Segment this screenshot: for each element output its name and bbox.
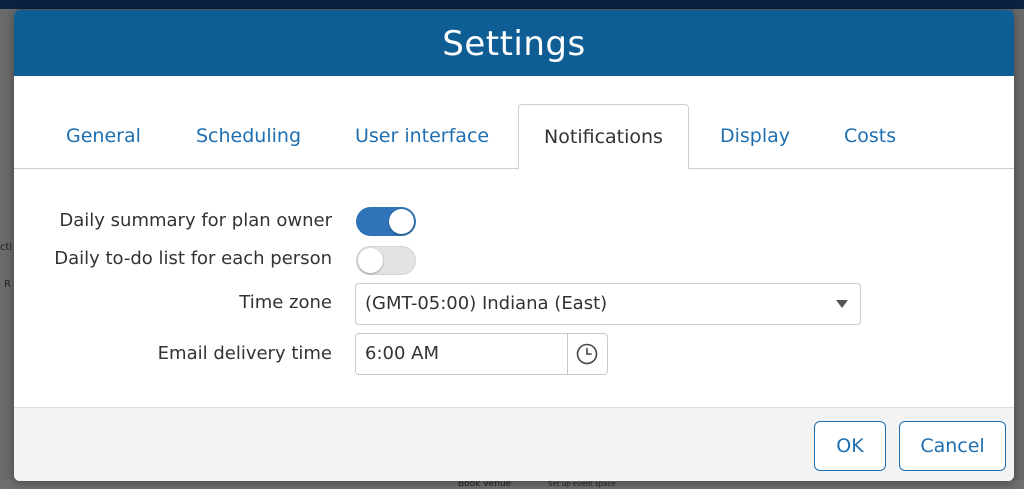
tab-display[interactable]: Display: [720, 104, 790, 169]
email-time-value: 6:00 AM: [365, 343, 439, 364]
background-fragment: Set up event space: [548, 480, 616, 488]
tab-user-interface[interactable]: User interface: [355, 104, 489, 169]
daily-summary-toggle[interactable]: [356, 207, 416, 236]
app-background-bottom: [0, 480, 1024, 489]
daily-todo-label: Daily to-do list for each person: [54, 248, 332, 269]
tab-notifications[interactable]: Notifications: [518, 104, 689, 170]
clock-icon: [576, 343, 598, 365]
toggle-knob: [389, 209, 414, 234]
tab-scheduling[interactable]: Scheduling: [196, 104, 301, 169]
email-time-field[interactable]: 6:00 AM: [355, 333, 608, 375]
time-zone-value: (GMT-05:00) Indiana (East): [365, 293, 608, 314]
dialog-title: Settings: [442, 24, 586, 64]
app-top-bar: [0, 0, 1024, 9]
chevron-down-icon: [836, 300, 848, 308]
dialog-header: Settings: [14, 10, 1014, 76]
time-zone-select[interactable]: (GMT-05:00) Indiana (East): [355, 283, 861, 325]
settings-tabs: General Scheduling User interface Notifi…: [14, 104, 1014, 170]
tab-general[interactable]: General: [66, 104, 141, 169]
background-fragment: R: [4, 279, 11, 290]
app-background-right: [1014, 9, 1024, 489]
daily-summary-label: Daily summary for plan owner: [59, 210, 332, 231]
time-zone-label: Time zone: [239, 292, 332, 313]
dialog-footer: OK Cancel: [14, 407, 1014, 481]
toggle-knob: [358, 248, 383, 273]
email-time-label: Email delivery time: [157, 343, 332, 364]
time-picker-button[interactable]: [567, 334, 607, 374]
background-fragment: cti: [0, 242, 13, 253]
tab-costs[interactable]: Costs: [844, 104, 896, 169]
settings-dialog: Settings General Scheduling User interfa…: [14, 10, 1014, 481]
cancel-button[interactable]: Cancel: [899, 421, 1006, 471]
ok-button[interactable]: OK: [814, 421, 886, 471]
daily-todo-toggle[interactable]: [356, 246, 416, 275]
